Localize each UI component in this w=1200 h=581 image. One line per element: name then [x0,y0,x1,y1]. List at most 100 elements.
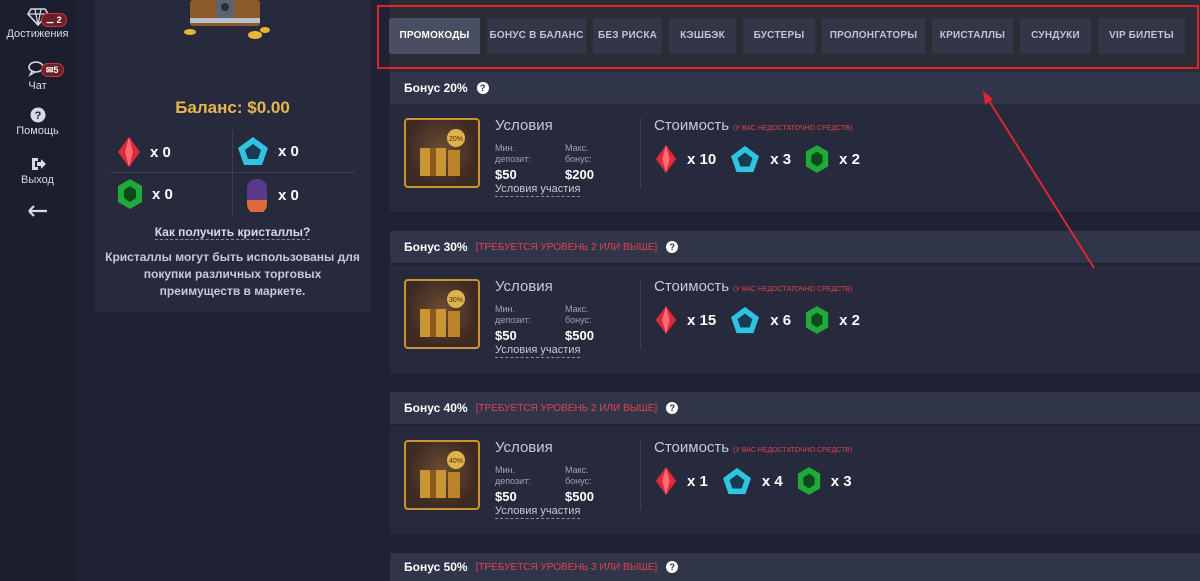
bonus-40-card: 40% Условия Мин. депозит: Макс. бонус: $… [390,426,1200,534]
min-deposit-label: Мин. депозит: [495,143,531,164]
blue-crystal-icon [731,145,760,173]
nav-chat[interactable]: Чат ✉5 [0,60,75,92]
crystal-red: x 0 [116,136,171,168]
help-icon[interactable]: ? [666,241,679,253]
cost-crystals: x 10 x 3 x 2 [654,144,864,174]
cost-title: Стоимость (У ВАС НЕДОСТАТОЧНО СРЕДСТВ) [654,117,852,134]
conditions-title: Условия [495,439,553,456]
cost-blue: x 6 [770,311,792,329]
achievements-count: 2 [56,15,62,25]
gift-icon: 30% [420,290,465,337]
collapse-nav-button[interactable] [0,205,75,217]
bonus-gift-image: 30% [404,279,480,349]
crystal-blue: x 0 [236,136,299,166]
svg-text:?: ? [34,110,41,122]
gift-icon: 20% [420,129,465,176]
bonus-20-card: 20% Условия Мин. депозит: Макс. бонус: $… [390,104,1200,212]
blue-crystal-icon [731,306,760,334]
treasure-chest-image [184,0,270,39]
how-to-get-crystals-link[interactable]: Как получить кристаллы? [95,225,370,240]
participation-conditions-link[interactable]: Условия участия [495,344,581,358]
chat-badge: ✉5 [41,63,64,77]
cost-title: Стоимость (У ВАС НЕДОСТАТОЧНО СРЕДСТВ) [654,278,852,295]
how-to-get-text: Как получить кристаллы? [154,225,311,240]
nav-achievements[interactable]: Достижения ⚊ 2 [0,8,75,40]
crystal-green: x 0 [116,178,173,210]
tab-cashback[interactable]: КЭШБЭК [669,18,736,54]
tab-promocodes[interactable]: ПРОМОКОДЫ [389,18,480,54]
max-bonus-label: Макс. бонус: [565,465,592,486]
insufficient-funds-note: (У ВАС НЕДОСТАТОЧНО СРЕДСТВ) [733,447,853,454]
bonus-30-header: Бонус 30% [ТРЕБУЕТСЯ УРОВЕНЬ 2 ИЛИ ВЫШЕ]… [390,231,1200,263]
help-icon[interactable]: ? [476,82,489,94]
min-deposit-label: Мин. депозит: [495,465,531,486]
level-requirement: [ТРЕБУЕТСЯ УРОВЕНЬ 2 ИЛИ ВЫШЕ] [475,241,658,253]
help-icon[interactable]: ? [666,561,679,573]
balance-text: Баланс: $0.00 [175,98,290,117]
nav-help[interactable]: ? Помощь [0,107,75,137]
tab-crystals[interactable]: КРИСТАЛЛЫ [932,18,1013,54]
tab-prolongators[interactable]: ПРОЛОНГАТОРЫ [822,18,925,54]
conditions-title: Условия [495,117,553,134]
tab-chests[interactable]: СУНДУКИ [1020,18,1091,54]
cost-label: Стоимость [654,117,730,134]
nav-logout[interactable]: Выход [0,156,75,186]
bonus-badge: 20% [449,136,463,143]
green-crystal-icon [805,306,829,334]
min-deposit-label: Мин. депозит: [495,304,531,325]
cost-label: Стоимость [654,278,730,295]
green-crystal-icon [797,467,820,495]
min-deposit-value: $50 [495,489,517,504]
cost-label: Стоимость [654,439,730,456]
logout-icon [31,158,46,170]
bonus-title: Бонус 50% [404,560,468,574]
bonus-gift-image: 40% [404,440,480,510]
max-bonus-value: $500 [565,489,594,504]
min-deposit-value: $50 [495,328,517,343]
participation-conditions-link[interactable]: Условия участия [495,505,581,519]
level-requirement: [ТРЕБУЕТСЯ УРОВЕНЬ 3 ИЛИ ВЫШЕ] [475,561,658,573]
cost-red: x 1 [687,472,708,490]
trophy-icon: ⚊ [46,15,55,25]
participation-conditions-link[interactable]: Условия участия [495,183,581,197]
max-bonus-value: $500 [565,328,594,343]
crystal-purple: x 0 [244,178,299,212]
nav-logout-label: Выход [21,174,54,186]
chat-count: 5 [53,65,59,75]
blue-crystal-icon [722,467,751,495]
bonus-50-header: Бонус 50% [ТРЕБУЕТСЯ УРОВЕНЬ 3 ИЛИ ВЫШЕ]… [390,553,1200,581]
cost-crystals: x 1 x 4 x 3 [654,466,856,496]
min-deposit-value: $50 [495,167,517,182]
card-divider [640,118,641,188]
crystal-inventory: x 0 x 0 x 0 x 0 [110,130,355,215]
cost-title: Стоимость (У ВАС НЕДОСТАТОЧНО СРЕДСТВ) [654,439,852,456]
bonus-badge: 30% [449,297,463,304]
tab-no-risk[interactable]: БЕЗ РИСКА [593,18,662,54]
help-icon: ? [30,107,45,123]
crystal-blue-count: x 0 [278,142,299,160]
tab-boosters[interactable]: БУСТЕРЫ [743,18,815,54]
red-crystal-icon [118,137,140,167]
crystals-note: Кристаллы могут быть использованы для по… [105,250,360,298]
purple-crystal-icon [247,179,267,212]
max-bonus-label: Макс. бонус: [565,143,592,164]
tab-bonus-to-balance[interactable]: БОНУС В БАЛАНС [487,18,586,54]
bonus-40-header: Бонус 40% [ТРЕБУЕТСЯ УРОВЕНЬ 2 ИЛИ ВЫШЕ]… [390,392,1200,424]
red-crystal-icon [655,467,677,495]
cost-green: x 2 [839,150,860,168]
crystal-purple-count: x 0 [278,186,299,204]
gift-icon: 40% [420,451,465,498]
max-bonus-value: $200 [565,167,594,182]
tab-vip-tickets[interactable]: VIP БИЛЕТЫ [1098,18,1185,54]
insufficient-funds-note: (У ВАС НЕДОСТАТОЧНО СРЕДСТВ) [733,125,853,132]
achievements-badge: ⚊ 2 [41,13,67,27]
help-icon[interactable]: ? [666,402,679,414]
conditions-title: Условия [495,278,553,295]
bonus-badge: 40% [449,458,463,465]
green-crystal-icon [118,179,142,209]
mail-icon: ✉ [46,65,54,75]
nav-chat-label: Чат [28,80,47,92]
card-divider [640,440,641,510]
grid-divider [110,172,355,173]
red-crystal-icon [655,306,677,334]
